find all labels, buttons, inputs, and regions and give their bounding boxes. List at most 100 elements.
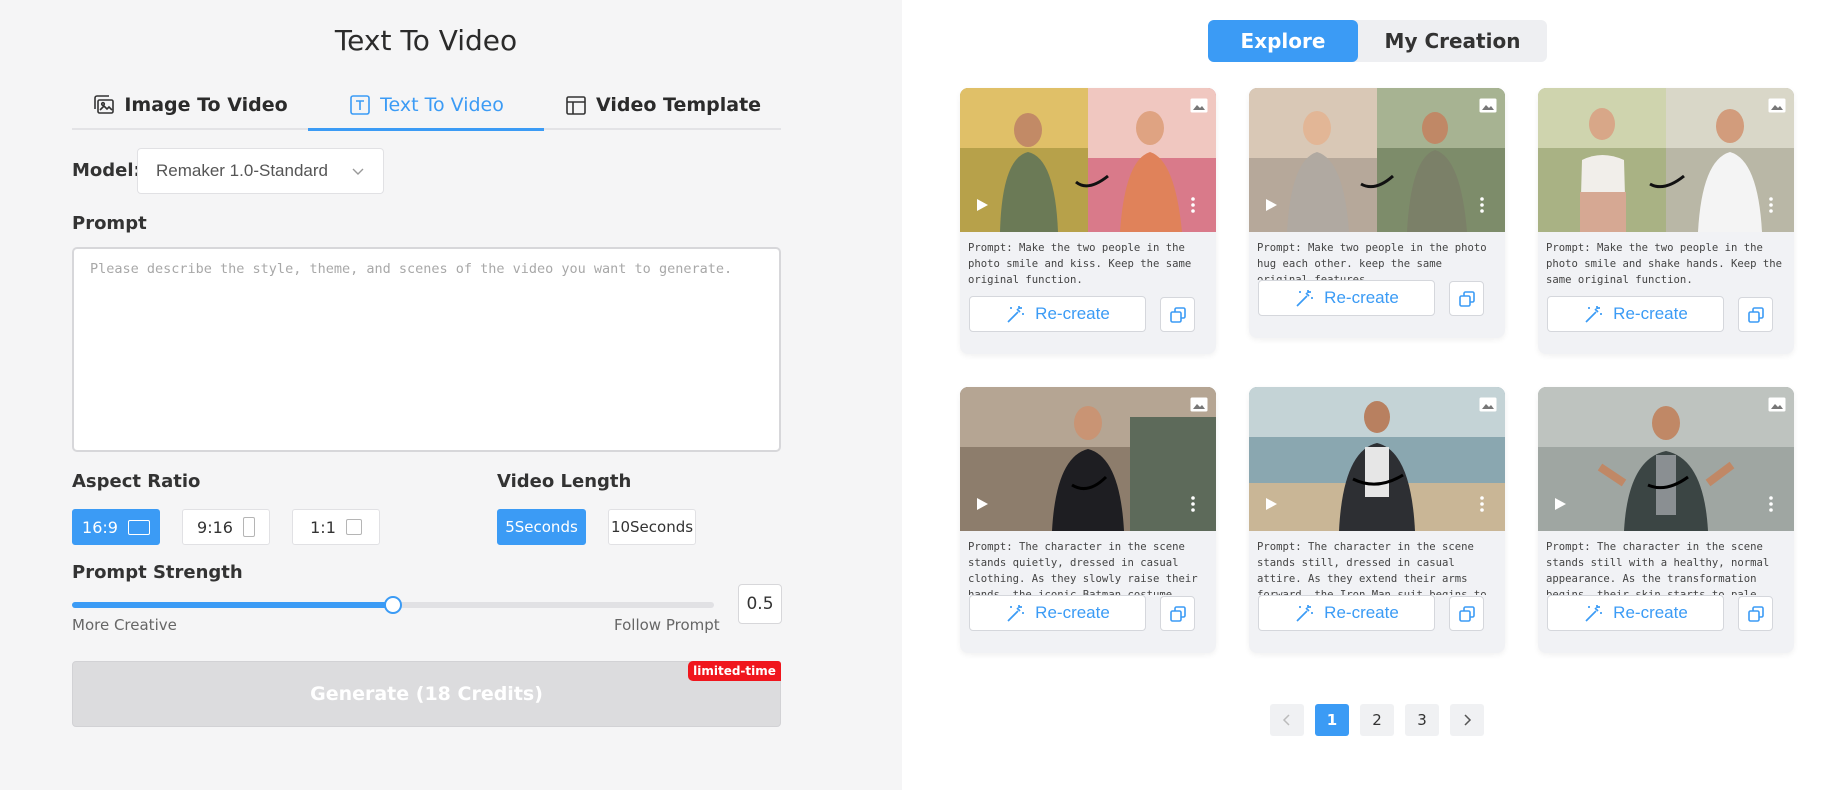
- tab-image-to-video[interactable]: Image To Video: [72, 82, 308, 128]
- aspect-9-16-option[interactable]: 9:16: [182, 509, 270, 545]
- magic-wand-icon: [1007, 605, 1025, 622]
- video-thumbnail[interactable]: [1249, 387, 1505, 531]
- page-title: Text To Video: [334, 24, 518, 57]
- play-icon[interactable]: [975, 497, 989, 511]
- play-icon[interactable]: [1264, 497, 1278, 511]
- gallery-card: Prompt: The character in the scene stand…: [1538, 387, 1794, 653]
- gallery-card: Prompt: The character in the scene stand…: [1249, 387, 1505, 653]
- length-10-seconds-option[interactable]: 10Seconds: [608, 509, 696, 545]
- text-box-icon: [350, 95, 370, 115]
- model-select[interactable]: Remaker 1.0-Standard: [137, 148, 384, 194]
- play-icon[interactable]: [1264, 198, 1278, 212]
- copy-button[interactable]: [1160, 297, 1195, 332]
- aspect-16-9-option[interactable]: 16:9: [72, 509, 160, 545]
- option-label: 1:1: [310, 517, 336, 537]
- model-label: Model:: [72, 160, 141, 181]
- next-page-button[interactable]: [1450, 704, 1484, 736]
- page-1-button[interactable]: 1: [1315, 704, 1349, 736]
- copy-icon: [1169, 605, 1186, 622]
- more-icon[interactable]: [1190, 196, 1196, 214]
- image-icon: [1768, 397, 1786, 412]
- card-prompt-text: Prompt: Make the two people in the photo…: [1546, 242, 1782, 286]
- recreate-label: Re-create: [1035, 304, 1110, 323]
- generate-button[interactable]: Generate (18 Credits): [72, 661, 781, 727]
- magic-wand-icon: [1585, 306, 1603, 323]
- more-creative-caption: More Creative: [72, 616, 177, 634]
- card-actions: Re-create: [960, 296, 1216, 354]
- image-icon: [1190, 397, 1208, 412]
- tab-video-template[interactable]: Video Template: [544, 82, 781, 128]
- copy-button[interactable]: [1449, 281, 1484, 316]
- gallery-card: Prompt: The character in the scene stand…: [960, 387, 1216, 653]
- image-icon: [1768, 98, 1786, 113]
- aspect-1-1-option[interactable]: 1:1: [292, 509, 380, 545]
- play-icon[interactable]: [1553, 497, 1567, 511]
- recreate-label: Re-create: [1613, 603, 1688, 622]
- tab-text-to-video[interactable]: Text To Video: [308, 82, 544, 131]
- video-length-label: Video Length: [497, 471, 632, 492]
- prompt-strength-value[interactable]: 0.5: [738, 584, 782, 624]
- gallery-card: Prompt: Make the two people in the photo…: [1538, 88, 1794, 354]
- slider-fill: [72, 602, 393, 608]
- recreate-button[interactable]: Re-create: [1547, 296, 1724, 332]
- card-prompt-text: Prompt: Make two people in the photo hug…: [1257, 242, 1487, 280]
- prev-page-button[interactable]: [1270, 704, 1304, 736]
- recreate-label: Re-create: [1324, 603, 1399, 622]
- image-icon: [1190, 98, 1208, 113]
- card-prompt-text: Prompt: The character in the scene stand…: [968, 541, 1198, 595]
- video-thumbnail[interactable]: [960, 387, 1216, 531]
- recreate-button[interactable]: Re-create: [969, 595, 1146, 631]
- video-thumbnail[interactable]: [960, 88, 1216, 232]
- my-creation-tab[interactable]: My Creation: [1358, 20, 1547, 62]
- option-label: 9:16: [197, 517, 233, 537]
- video-thumbnail[interactable]: [1538, 88, 1794, 232]
- copy-button[interactable]: [1738, 596, 1773, 631]
- recreate-button[interactable]: Re-create: [1547, 595, 1724, 631]
- thumbnail-image: [1538, 387, 1794, 531]
- prompt-label: Prompt: [72, 213, 147, 234]
- recreate-button[interactable]: Re-create: [1258, 595, 1435, 631]
- limited-time-badge: limited-time: [688, 661, 781, 681]
- copy-icon: [1458, 290, 1475, 307]
- thumbnail-image: [1249, 88, 1505, 232]
- recreate-label: Re-create: [1613, 304, 1688, 323]
- video-thumbnail[interactable]: [1249, 88, 1505, 232]
- card-prompt-text: Prompt: Make the two people in the photo…: [968, 242, 1192, 286]
- thumbnail-image: [1538, 88, 1794, 232]
- copy-button[interactable]: [1738, 297, 1773, 332]
- page-3-button[interactable]: 3: [1405, 704, 1439, 736]
- copy-icon: [1747, 605, 1764, 622]
- option-label: 16:9: [82, 517, 118, 537]
- aspect-ratio-label: Aspect Ratio: [72, 471, 201, 492]
- copy-button[interactable]: [1160, 596, 1195, 631]
- tab-label: Image To Video: [124, 94, 288, 116]
- card-actions: Re-create: [1538, 296, 1794, 354]
- recreate-button[interactable]: Re-create: [969, 296, 1146, 332]
- magic-wand-icon: [1296, 605, 1314, 622]
- video-thumbnail[interactable]: [1538, 387, 1794, 531]
- more-icon[interactable]: [1479, 495, 1485, 513]
- thumbnail-image: [960, 387, 1216, 531]
- page-2-button[interactable]: 2: [1360, 704, 1394, 736]
- prompt-input[interactable]: [72, 247, 781, 452]
- copy-icon: [1458, 605, 1475, 622]
- gallery-card: Prompt: Make two people in the photo hug…: [1249, 88, 1505, 338]
- more-icon[interactable]: [1479, 196, 1485, 214]
- length-5-seconds-option[interactable]: 5Seconds: [497, 509, 586, 545]
- recreate-button[interactable]: Re-create: [1258, 280, 1435, 316]
- chevron-down-icon: [352, 168, 364, 175]
- explore-tab[interactable]: Explore: [1208, 20, 1358, 62]
- prompt-strength-slider[interactable]: [72, 596, 714, 614]
- image-stack-icon: [94, 95, 115, 114]
- play-icon[interactable]: [975, 198, 989, 212]
- copy-icon: [1747, 306, 1764, 323]
- more-icon[interactable]: [1190, 495, 1196, 513]
- magic-wand-icon: [1585, 605, 1603, 622]
- card-prompt-text: Prompt: The character in the scene stand…: [1257, 541, 1487, 595]
- copy-button[interactable]: [1449, 596, 1484, 631]
- slider-handle[interactable]: [384, 596, 402, 614]
- card-actions: Re-create: [1249, 595, 1505, 653]
- landscape-icon: [127, 519, 150, 535]
- more-icon[interactable]: [1768, 196, 1774, 214]
- more-icon[interactable]: [1768, 495, 1774, 513]
